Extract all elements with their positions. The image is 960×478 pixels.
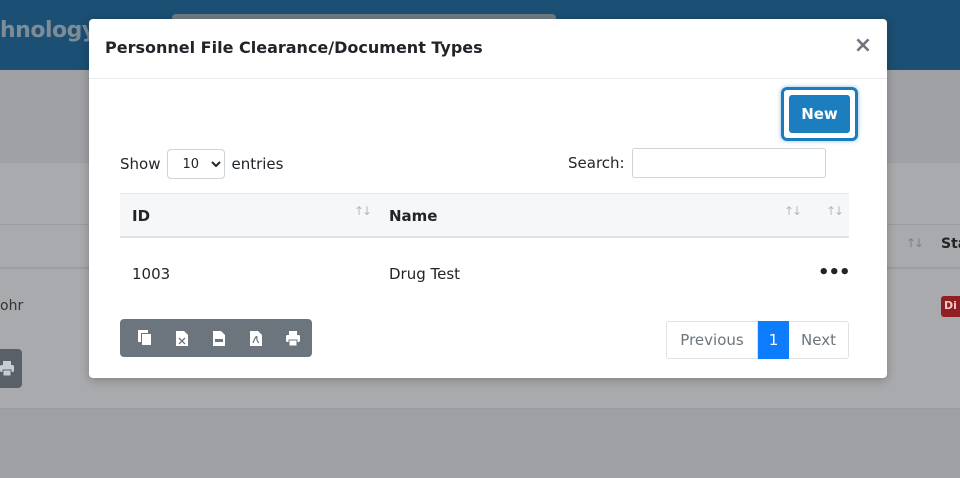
pdf-icon	[249, 330, 262, 346]
pagination: Previous 1 Next	[666, 321, 849, 359]
cell-name: Drug Test	[389, 265, 461, 283]
table-search: Search:	[568, 148, 826, 178]
document-types-table: ID ↑↓ Name ↑↓ ↑↓ 1003 Drug Test •••	[120, 193, 851, 312]
close-icon[interactable]: ×	[851, 34, 875, 58]
excel-export-button[interactable]	[163, 319, 200, 357]
table-header: ID ↑↓ Name ↑↓ ↑↓	[120, 193, 849, 238]
show-label: Show	[120, 155, 161, 173]
table-row: 1003 Drug Test •••	[120, 238, 851, 312]
entries-label: entries	[231, 155, 284, 173]
page-1-button[interactable]: 1	[758, 321, 789, 359]
excel-icon	[175, 330, 188, 346]
previous-page-button[interactable]: Previous	[666, 321, 758, 359]
next-page-button[interactable]: Next	[789, 321, 849, 359]
background-footer	[0, 409, 960, 478]
modal-title: Personnel File Clearance/Document Types	[105, 38, 483, 57]
copy-icon	[137, 330, 152, 346]
sort-icon[interactable]: ↑↓	[784, 204, 802, 218]
sort-icon[interactable]: ↑↓	[354, 204, 372, 218]
document-types-modal: Personnel File Clearance/Document Types …	[89, 19, 887, 378]
search-label: Search:	[568, 154, 625, 172]
entries-length-control: Show 10 entries	[120, 149, 283, 179]
entries-select[interactable]: 10	[167, 149, 226, 179]
pdf-export-button[interactable]	[237, 319, 274, 357]
modal-header: Personnel File Clearance/Document Types …	[89, 19, 887, 79]
new-button-focus-ring: New	[781, 87, 858, 141]
cell-id: 1003	[132, 265, 171, 283]
column-header-name[interactable]: Name	[389, 207, 437, 225]
background-row-text: ohr	[0, 298, 24, 314]
sort-icon[interactable]: ↑↓	[826, 204, 844, 218]
print-icon	[0, 361, 14, 376]
copy-button[interactable]	[126, 319, 163, 357]
background-column-label: Sta	[941, 236, 960, 252]
background-sort-icon: ↑↓	[906, 236, 924, 250]
more-actions-icon[interactable]: •••	[818, 262, 851, 283]
column-header-id[interactable]: ID	[132, 207, 150, 225]
print-icon	[285, 330, 300, 346]
background-print-button	[0, 349, 22, 388]
csv-icon	[212, 330, 225, 346]
export-button-group	[120, 319, 312, 357]
print-button[interactable]	[274, 319, 311, 357]
new-button[interactable]: New	[789, 95, 850, 133]
search-input[interactable]	[631, 148, 826, 178]
background-status-badge: Di	[941, 296, 960, 317]
csv-export-button[interactable]	[200, 319, 237, 357]
